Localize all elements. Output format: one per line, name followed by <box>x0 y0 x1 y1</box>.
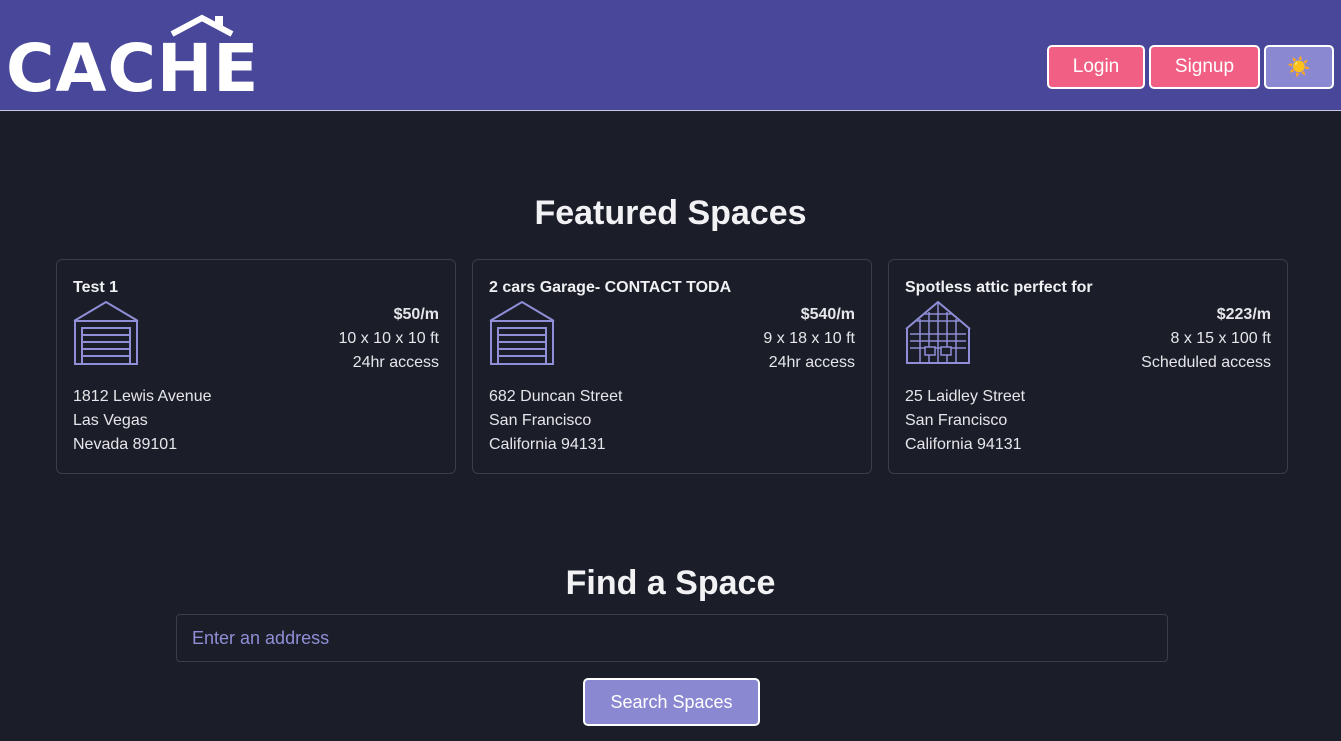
card-address: 1812 Lewis Avenue Las Vegas Nevada 89101 <box>73 385 211 457</box>
signup-button[interactable]: Signup <box>1149 45 1260 89</box>
garage-icon <box>73 301 139 365</box>
card-city: San Francisco <box>905 412 1008 429</box>
attic-icon <box>905 301 971 364</box>
find-title: Find a Space <box>565 564 776 602</box>
card-price: $223/m <box>1216 306 1271 323</box>
address-search-input[interactable] <box>176 614 1168 662</box>
space-card[interactable]: Spotless attic perfect for $223/m 8 x 15… <box>888 259 1288 474</box>
top-header: CACHE Login Signup ☀️ <box>0 0 1341 111</box>
card-title: 2 cars Garage- CONTACT TODA <box>489 279 732 296</box>
card-street: 682 Duncan Street <box>489 388 623 405</box>
space-card[interactable]: Test 1 $50/m 10 x 10 x 10 ft 24hr access… <box>56 259 456 474</box>
garage-icon <box>489 301 555 365</box>
featured-title: Featured Spaces <box>534 194 807 232</box>
brand-name: CACHE <box>6 30 260 107</box>
card-access: 24hr access <box>768 354 855 371</box>
card-street: 25 Laidley Street <box>905 388 1026 405</box>
card-street: 1812 Lewis Avenue <box>73 388 212 405</box>
card-access: 24hr access <box>352 354 439 371</box>
card-details: $50/m 10 x 10 x 10 ft 24hr access <box>338 303 439 375</box>
card-dimensions: 9 x 18 x 10 ft <box>763 330 855 347</box>
card-price: $540/m <box>800 306 855 323</box>
card-details: $223/m 8 x 15 x 100 ft Scheduled access <box>1141 303 1271 375</box>
card-city: Las Vegas <box>73 412 148 429</box>
card-state-zip: California 94131 <box>489 436 606 453</box>
card-address: 682 Duncan Street San Francisco Californ… <box>489 385 622 457</box>
space-card[interactable]: 2 cars Garage- CONTACT TODA $540/m 9 x 1… <box>472 259 872 474</box>
card-details: $540/m 9 x 18 x 10 ft 24hr access <box>763 303 855 375</box>
card-access: Scheduled access <box>1141 354 1271 371</box>
card-state-zip: California 94131 <box>905 436 1022 453</box>
card-city: San Francisco <box>489 412 592 429</box>
login-button[interactable]: Login <box>1047 45 1145 89</box>
card-title: Spotless attic perfect for <box>905 279 1093 296</box>
search-spaces-button[interactable]: Search Spaces <box>583 678 760 726</box>
card-state-zip: Nevada 89101 <box>73 436 178 453</box>
card-title: Test 1 <box>73 279 119 296</box>
card-price: $50/m <box>393 306 439 323</box>
sun-icon: ☀️ <box>1287 57 1311 78</box>
card-dimensions: 8 x 15 x 100 ft <box>1170 330 1271 347</box>
card-dimensions: 10 x 10 x 10 ft <box>338 330 439 347</box>
theme-toggle-button[interactable]: ☀️ <box>1264 45 1334 89</box>
card-address: 25 Laidley Street San Francisco Californ… <box>905 385 1025 457</box>
